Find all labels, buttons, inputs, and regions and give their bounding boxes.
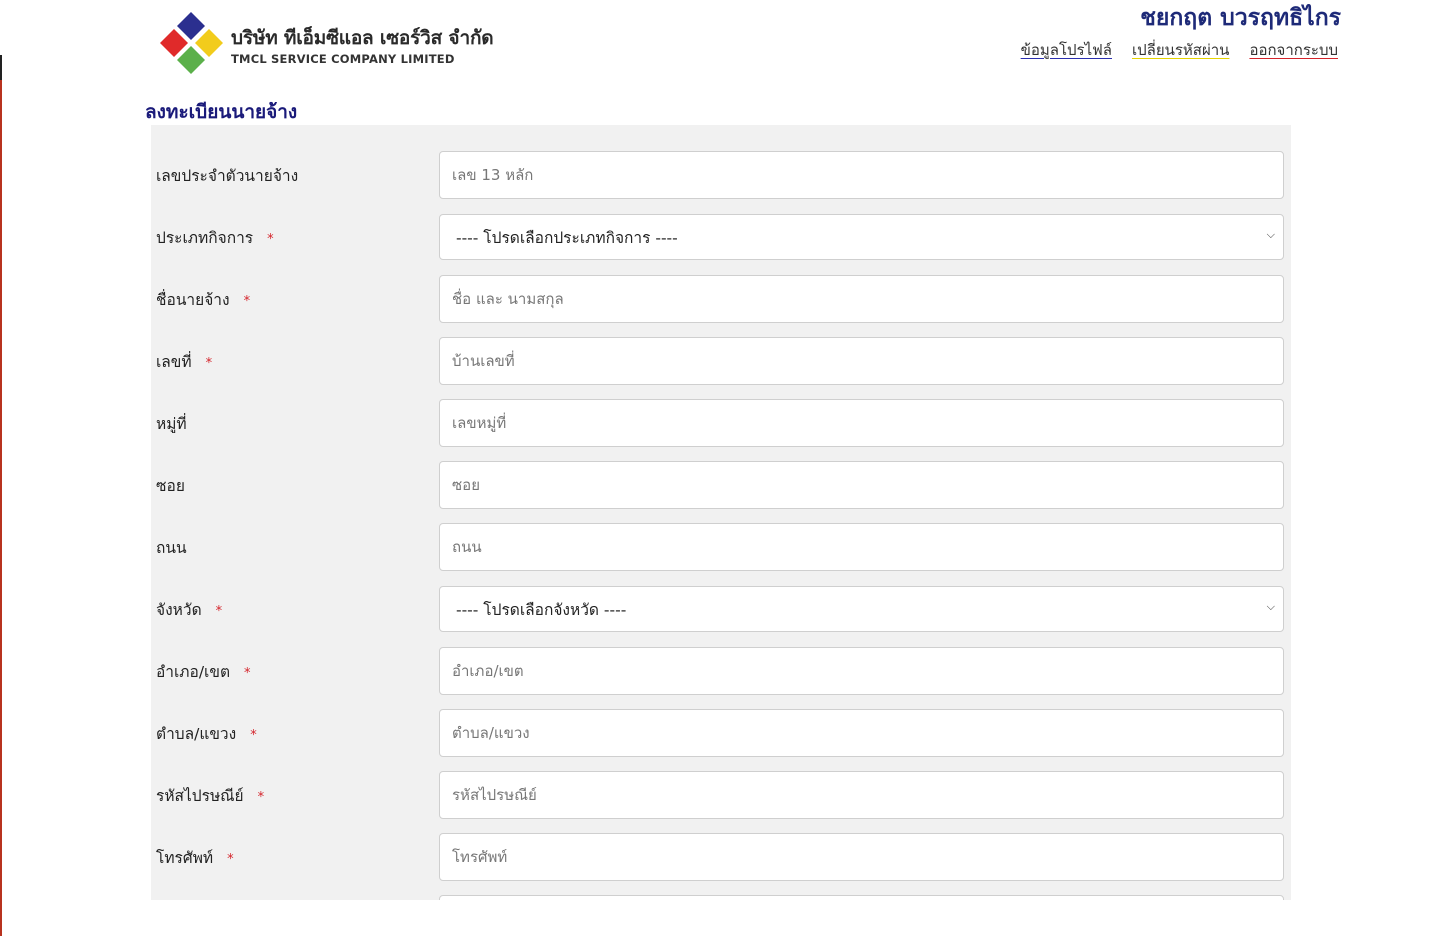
form-row-business-type: ประเภทกิจการ * ---- โปรดเลือกประเภทกิจการ… [151, 213, 1291, 263]
field-label: ชื่อนายจ้าง * [156, 291, 251, 309]
form-row-village-number: หมู่ที่ [151, 399, 1291, 449]
chevron-down-icon: ⌵ [1266, 228, 1275, 241]
province-select[interactable]: ---- โปรดเลือกจังหวัด ---- ⌵ [439, 586, 1284, 632]
field-label: ถนน [156, 539, 187, 557]
page-title: ลงทะเบียนนายจ้าง [145, 101, 298, 123]
required-mark: * [250, 728, 257, 743]
user-name: ชยกฤต บวรฤทธิไกร [1140, 5, 1341, 31]
form-row-house-number: เลขที่ * [151, 337, 1291, 387]
field-label: โทรศัพท์ * [156, 849, 234, 867]
form-row-road: ถนน [151, 523, 1291, 573]
field-label: ประเภทกิจการ * [156, 229, 274, 247]
company-name-en: TMCL SERVICE COMPANY LIMITED [231, 52, 455, 66]
form-row-next-partial [151, 895, 1291, 900]
field-label: อำเภอ/เขต * [156, 663, 251, 681]
subdistrict-input[interactable] [439, 709, 1284, 757]
select-value: ---- โปรดเลือกจังหวัด ---- [456, 600, 627, 619]
required-mark: * [227, 852, 234, 867]
left-edge-rule-top [0, 55, 2, 80]
form-row-postal-code: รหัสไปรษณีย์ * [151, 771, 1291, 821]
required-mark: * [205, 356, 213, 371]
field-label: ตำบล/แขวง * [156, 725, 257, 743]
field-label: จังหวัด * [156, 601, 223, 619]
field-label: รหัสไปรษณีย์ * [156, 787, 265, 805]
postal-code-input[interactable] [439, 771, 1284, 819]
employer-registration-form: เลขประจำตัวนายจ้าง ประเภทกิจการ* ---- โป… [151, 125, 1291, 900]
form-row-employer-id: เลขประจำตัวนายจ้าง [151, 151, 1291, 201]
form-row-province: จังหวัด * ---- โปรดเลือกจังหวัด ---- ⌵ [151, 585, 1291, 635]
left-edge-rule [0, 55, 2, 936]
change-password-link[interactable]: เปลี่ยนรหัสผ่าน [1132, 38, 1229, 62]
field-label: เลขที่ * [156, 353, 213, 371]
form-row-soi: ซอย [151, 461, 1291, 511]
required-mark: * [257, 790, 265, 805]
employer-id-input[interactable] [439, 151, 1284, 199]
diamond-logo-icon [160, 12, 223, 74]
company-name-th: บริษัท ทีเอ็มซีแอล เซอร์วิส จำกัด [231, 27, 494, 49]
select-value: ---- โปรดเลือกประเภทกิจการ ---- [456, 228, 678, 247]
soi-input[interactable] [439, 461, 1284, 509]
form-row-subdistrict: ตำบล/แขวง * [151, 709, 1291, 759]
form-row-employer-name: ชื่อนายจ้าง * [151, 275, 1291, 325]
required-mark: * [215, 604, 223, 619]
required-mark: * [243, 294, 251, 309]
field-label: เลขประจำตัวนายจ้าง [156, 167, 299, 185]
company-logo[interactable]: บริษัท ทีเอ็มซีแอล เซอร์วิส จำกัด TMCL S… [158, 10, 494, 80]
required-mark: * [244, 666, 251, 681]
village-number-input[interactable] [439, 399, 1284, 447]
employer-name-input[interactable] [439, 275, 1284, 323]
business-type-select[interactable]: ---- โปรดเลือกประเภทกิจการ ---- ⌵ [439, 214, 1284, 260]
required-mark: * [267, 232, 274, 247]
logout-link[interactable]: ออกจากระบบ [1249, 38, 1338, 62]
form-row-district: อำเภอ/เขต * [151, 647, 1291, 697]
form-row-phone: โทรศัพท์ * [151, 833, 1291, 883]
district-input[interactable] [439, 647, 1284, 695]
phone-input[interactable] [439, 833, 1284, 881]
road-input[interactable] [439, 523, 1284, 571]
field-label: หมู่ที่ [156, 415, 187, 433]
profile-link[interactable]: ข้อมูลโปรไฟล์ [1021, 38, 1112, 62]
house-number-input[interactable] [439, 337, 1284, 385]
chevron-down-icon: ⌵ [1266, 600, 1275, 613]
top-nav: ข้อมูลโปรไฟล์ เปลี่ยนรหัสผ่าน ออกจากระบบ [1021, 38, 1338, 62]
field-label: ซอย [156, 477, 185, 495]
next-field-partial[interactable] [439, 895, 1284, 900]
